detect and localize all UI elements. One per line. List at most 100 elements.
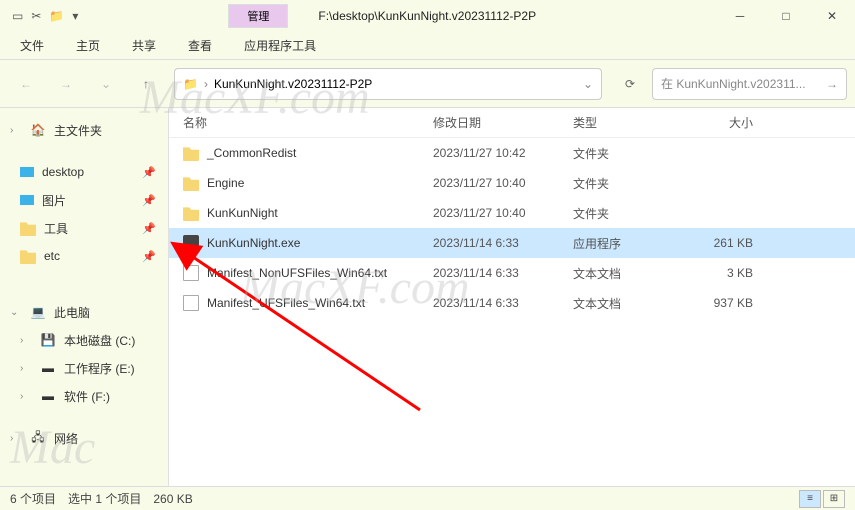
folder-icon xyxy=(183,145,199,161)
file-name: KunKunNight.exe xyxy=(207,236,300,250)
close-button[interactable]: ✕ xyxy=(809,0,855,32)
menu-home[interactable]: 主页 xyxy=(76,37,100,54)
file-type: 文件夹 xyxy=(573,145,683,162)
chevron-right-icon: › xyxy=(20,335,32,346)
sidebar-label: 工具 xyxy=(44,220,68,237)
sidebar-label: 图片 xyxy=(42,192,66,209)
sidebar: › 🏠 主文件夹 desktop 📌 图片📌 工具📌 etc 📌 ⌄ 💻 此电脑 ›… xyxy=(0,108,168,486)
menu-file[interactable]: 文件 xyxy=(20,37,44,54)
breadcrumb[interactable]: KunKunNight.v20231112-P2P xyxy=(214,77,372,91)
file-row[interactable]: Manifest_UFSFiles_Win64.txt 2023/11/14 6:… xyxy=(169,288,855,318)
file-name: Manifest_UFSFiles_Win64.txt xyxy=(207,296,365,310)
sidebar-label: desktop xyxy=(42,165,84,179)
maximize-button[interactable]: □ xyxy=(763,0,809,32)
menu-share[interactable]: 共享 xyxy=(132,37,156,54)
col-type[interactable]: 类型 xyxy=(573,114,683,131)
dropdown-icon[interactable]: ▾ xyxy=(72,9,78,23)
file-name: _CommonRedist xyxy=(207,146,296,160)
sidebar-label: etc xyxy=(44,249,60,263)
status-bar: 6 个项目 选中 1 个项目 260 KB ≡ ⊞ xyxy=(0,486,855,510)
sidebar-drive-e[interactable]: ›▬工作程序 (E:) xyxy=(0,354,168,382)
sidebar-label: 本地磁盘 (C:) xyxy=(64,332,135,349)
file-row[interactable]: KunKunNight.exe2023/11/14 6:33应用程序261 KB xyxy=(169,228,855,258)
desktop-icon xyxy=(20,167,34,177)
tools-icon[interactable]: ✂ xyxy=(31,9,41,23)
chevron-right-icon: › xyxy=(10,125,22,136)
chevron-down-icon: ⌄ xyxy=(10,307,22,318)
selected-count: 选中 1 个项目 xyxy=(68,490,141,507)
file-type: 文本文档 xyxy=(573,295,683,312)
refresh-button[interactable]: ⟳ xyxy=(612,68,648,100)
file-name: Engine xyxy=(207,176,244,190)
file-size: 937 KB xyxy=(683,296,773,310)
chevron-down-icon[interactable]: ⌄ xyxy=(583,77,593,91)
back-button[interactable]: ← xyxy=(8,68,44,100)
sidebar-item-etc[interactable]: etc 📌 xyxy=(0,242,168,270)
selected-size: 260 KB xyxy=(153,492,192,506)
window-title: F:\desktop\KunKunNight.v20231112-P2P xyxy=(318,9,536,23)
file-date: 2023/11/14 6:33 xyxy=(433,296,573,310)
forward-button[interactable]: → xyxy=(48,68,84,100)
sidebar-network[interactable]: › 🖧 网络 xyxy=(0,424,168,452)
sidebar-item-tools[interactable]: 工具📌 xyxy=(0,214,168,242)
col-size[interactable]: 大小 xyxy=(683,114,773,131)
sidebar-drive-f[interactable]: › ▬ 软件 (F:) xyxy=(0,382,168,410)
file-row[interactable]: Manifest_NonUFSFiles_Win64.txt2023/11/14… xyxy=(169,258,855,288)
pin-icon: 📌 xyxy=(142,166,156,179)
sidebar-item-desktop[interactable]: desktop 📌 xyxy=(0,158,168,186)
up-button[interactable]: ↑ xyxy=(128,68,164,100)
sidebar-label: 软件 (F:) xyxy=(64,388,110,405)
sidebar-label: 网络 xyxy=(54,430,78,447)
file-date: 2023/11/27 10:40 xyxy=(433,176,573,190)
network-icon: 🖧 xyxy=(30,430,46,446)
file-row[interactable]: Engine 2023/11/27 10:40文件夹 xyxy=(169,168,855,198)
search-input[interactable]: 在 KunKunNight.v202311... → xyxy=(652,68,847,100)
file-list: 名称 修改日期 类型 大小 _CommonRedist 2023/11/27 10… xyxy=(168,108,855,486)
history-dropdown[interactable]: ⌄ xyxy=(88,68,124,100)
file-date: 2023/11/14 6:33 xyxy=(433,236,573,250)
exe-icon xyxy=(183,235,199,251)
sidebar-item-pictures[interactable]: 图片📌 xyxy=(0,186,168,214)
address-bar[interactable]: 📁 › KunKunNight.v20231112-P2P ⌄ xyxy=(174,68,602,100)
minimize-button[interactable]: ─ xyxy=(717,0,763,32)
file-row[interactable]: _CommonRedist 2023/11/27 10:42文件夹 xyxy=(169,138,855,168)
sidebar-drive-c[interactable]: ›💾本地磁盘 (C:) xyxy=(0,326,168,354)
item-count: 6 个项目 xyxy=(10,490,56,507)
file-date: 2023/11/27 10:42 xyxy=(433,146,573,160)
column-headers: 名称 修改日期 类型 大小 xyxy=(169,108,855,138)
file-type: 应用程序 xyxy=(573,235,683,252)
menubar: 文件 主页 共享 查看 应用程序工具 xyxy=(0,32,855,60)
drive-icon: ▬ xyxy=(40,388,56,404)
file-type: 文件夹 xyxy=(573,175,683,192)
col-name[interactable]: 名称 xyxy=(183,114,433,131)
folder-icon: ▭ xyxy=(12,9,23,23)
file-name: Manifest_NonUFSFiles_Win64.txt xyxy=(207,266,387,280)
folder-icon xyxy=(183,205,199,221)
sidebar-home[interactable]: › 🏠 主文件夹 xyxy=(0,116,168,144)
file-icon xyxy=(183,265,199,281)
icons-view-button[interactable]: ⊞ xyxy=(823,490,845,508)
menu-apptools[interactable]: 应用程序工具 xyxy=(244,37,316,54)
search-placeholder: 在 KunKunNight.v202311... xyxy=(661,75,806,92)
file-type: 文本文档 xyxy=(573,265,683,282)
folder-icon xyxy=(183,175,199,191)
col-date[interactable]: 修改日期 xyxy=(433,114,573,131)
sidebar-label: 此电脑 xyxy=(54,304,90,321)
titlebar: ▭ ✂ 📁 ▾ 管理 F:\desktop\KunKunNight.v20231… xyxy=(0,0,855,32)
chevron-right-icon: › xyxy=(20,391,32,402)
chevron-right-icon: › xyxy=(204,77,208,91)
menu-view[interactable]: 查看 xyxy=(188,37,212,54)
pin-icon: 📌 xyxy=(142,250,156,263)
details-view-button[interactable]: ≡ xyxy=(799,490,821,508)
sidebar-label: 主文件夹 xyxy=(54,122,102,139)
file-size: 3 KB xyxy=(683,266,773,280)
toolbar: ← → ⌄ ↑ 📁 › KunKunNight.v20231112-P2P ⌄ … xyxy=(0,60,855,108)
manage-tab[interactable]: 管理 xyxy=(228,4,288,28)
file-row[interactable]: KunKunNight2023/11/27 10:40文件夹 xyxy=(169,198,855,228)
sidebar-thispc[interactable]: ⌄ 💻 此电脑 xyxy=(0,298,168,326)
file-name: KunKunNight xyxy=(207,206,278,220)
newfolder-icon[interactable]: 📁 xyxy=(49,9,64,23)
file-icon xyxy=(183,295,199,311)
folder-icon: 📁 xyxy=(183,77,198,91)
folder-icon xyxy=(20,248,36,264)
